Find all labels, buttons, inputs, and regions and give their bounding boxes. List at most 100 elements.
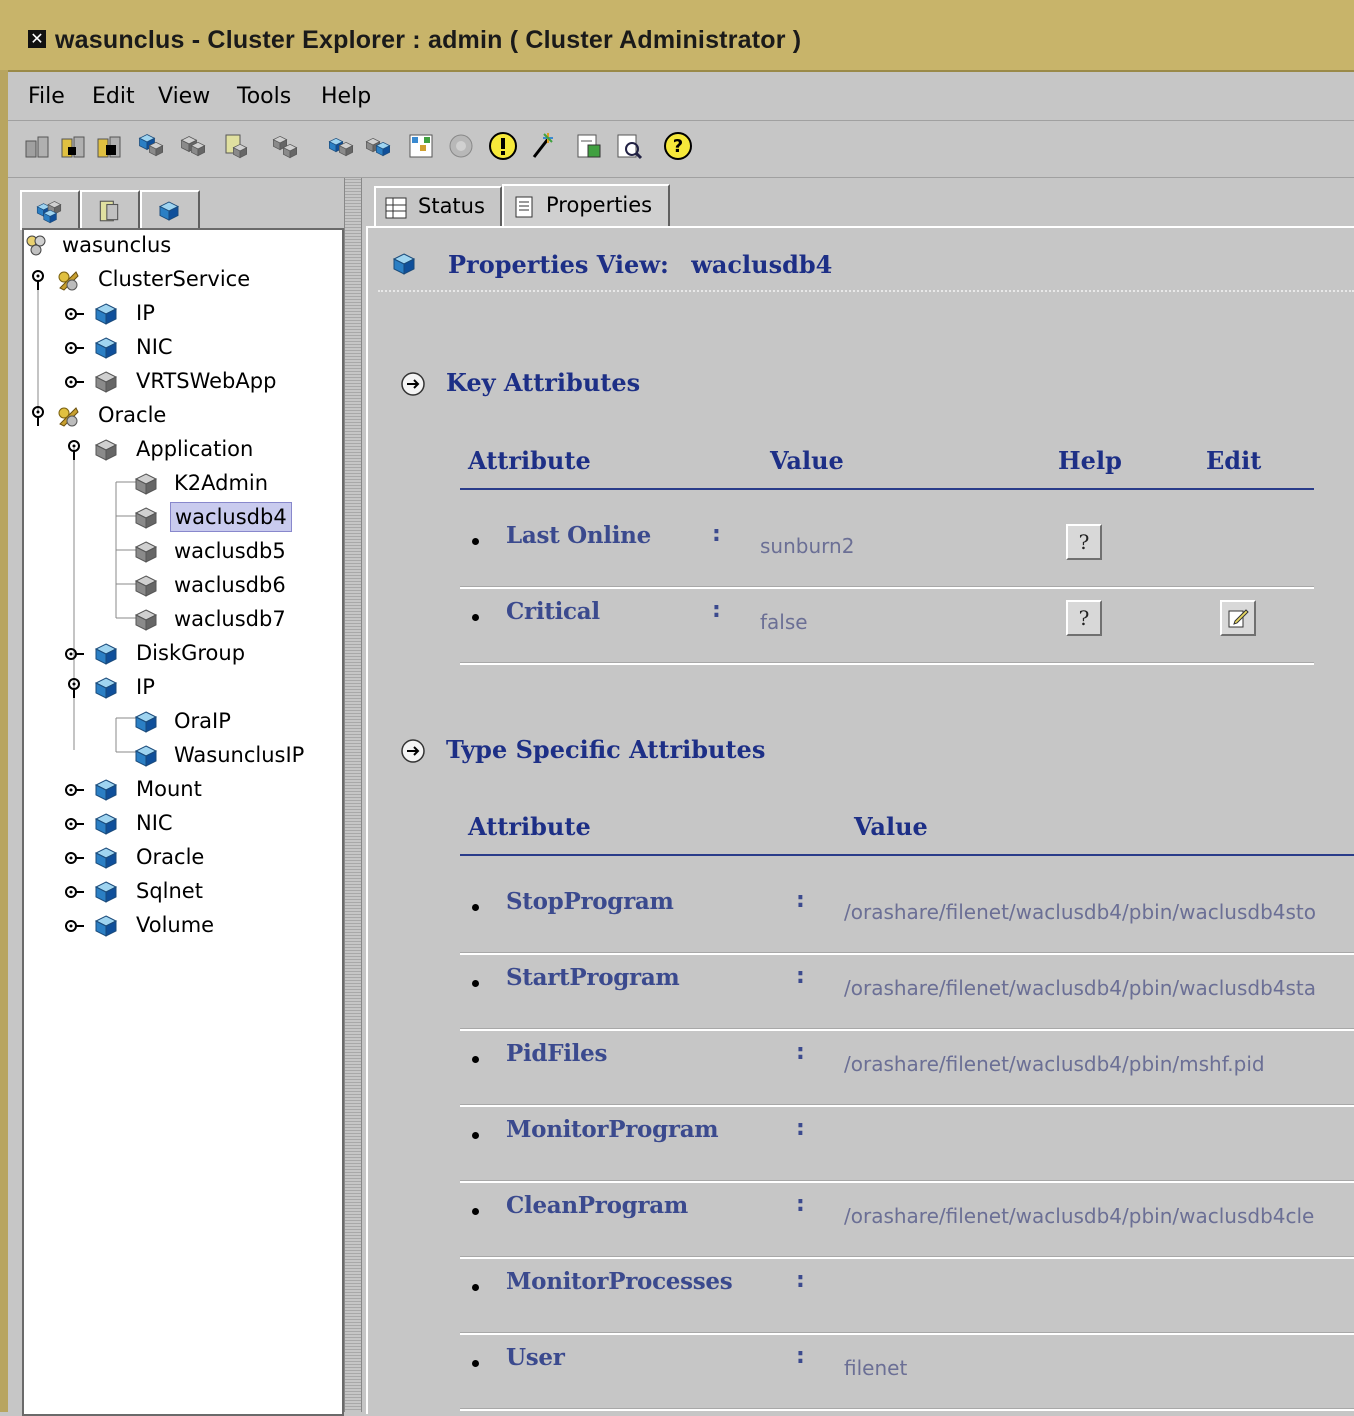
row-divider: [460, 1408, 1354, 1411]
tree-node-label: IP: [136, 675, 155, 699]
toolbar: [8, 121, 1354, 178]
tab-service-groups[interactable]: [20, 190, 80, 230]
tree-node-label: OraIP: [174, 709, 231, 733]
menu-help[interactable]: Help: [321, 84, 371, 109]
link-resource-icon[interactable]: [178, 131, 208, 161]
grid-icon[interactable]: [406, 131, 436, 161]
wizard-icon[interactable]: [528, 131, 558, 161]
menu-tools[interactable]: Tools: [237, 84, 291, 109]
attr-name: MonitorProcesses: [506, 1268, 733, 1295]
disabled-resource-icon: [273, 135, 297, 159]
tab-systems[interactable]: [80, 190, 140, 230]
expanded-toggle-icon[interactable]: [28, 270, 48, 290]
collapsed-toggle-icon[interactable]: [64, 304, 84, 324]
tab-status[interactable]: Status: [374, 186, 502, 228]
delete-system-icon[interactable]: [94, 131, 124, 161]
collapsed-toggle-icon[interactable]: [64, 814, 84, 834]
tree-node-label: Volume: [136, 913, 215, 937]
expanded-toggle-icon[interactable]: [64, 678, 84, 698]
arrow-right-circle-icon[interactable]: [400, 371, 426, 397]
help-icon[interactable]: [663, 131, 693, 161]
resource-icon: [95, 371, 117, 393]
properties-resource-name: waclusdb4: [691, 250, 833, 279]
tree-node-label: waclusdb6: [174, 573, 286, 597]
resource-icon: [95, 303, 117, 325]
attr-value: /orashare/filenet/waclusdb4/pbin/mshf.pi…: [844, 1052, 1265, 1076]
expanded-toggle-icon[interactable]: [28, 406, 48, 426]
resource-type-icon: [95, 915, 117, 937]
resource-type-icon: [95, 881, 117, 903]
row-divider: [460, 662, 1314, 665]
tree-node-label: WasunclusIP: [174, 743, 305, 767]
resource-type-icon: [95, 643, 117, 665]
attr-name: MonitorProgram: [506, 1116, 719, 1143]
attr-name: StartProgram: [506, 964, 680, 991]
add-service-group-icon[interactable]: [58, 131, 88, 161]
window-title: wasunclus - Cluster Explorer : admin ( C…: [55, 26, 802, 54]
col-header-attribute: Attribute: [468, 446, 591, 475]
collapsed-toggle-icon[interactable]: [64, 848, 84, 868]
properties-document-icon: [515, 196, 533, 218]
col-header-edit: Edit: [1206, 446, 1262, 475]
attr-help-button[interactable]: ?: [1066, 524, 1102, 560]
row-divider: [460, 1256, 1354, 1259]
collapsed-toggle-icon[interactable]: [64, 644, 84, 664]
add-resource-icon[interactable]: [138, 131, 168, 161]
row-divider: [460, 952, 1354, 955]
collapsed-toggle-icon[interactable]: [64, 372, 84, 392]
tab-resource-types[interactable]: [140, 190, 200, 230]
window-close-icon[interactable]: ✕: [28, 30, 46, 48]
service-group-icon: [58, 407, 79, 427]
tab-properties[interactable]: Properties: [502, 184, 670, 228]
tree-node-label: IP: [136, 301, 155, 325]
pane-splitter[interactable]: [344, 178, 362, 1412]
col-header-attribute: Attribute: [468, 812, 591, 841]
col-header-value: Value: [854, 812, 928, 841]
expanded-toggle-icon[interactable]: [64, 440, 84, 460]
resource-cube-icon: [393, 253, 415, 275]
bullet: [472, 1284, 479, 1291]
attr-name: User: [506, 1344, 565, 1371]
resource-icon: [135, 745, 157, 767]
key-header-rule: [460, 488, 1314, 490]
collapsed-toggle-icon[interactable]: [64, 338, 84, 358]
attr-name: StopProgram: [506, 888, 674, 915]
menu-edit[interactable]: Edit: [92, 84, 135, 109]
bullet: [472, 1208, 479, 1215]
collapsed-toggle-icon[interactable]: [64, 780, 84, 800]
attr-separator: :: [796, 1040, 805, 1065]
collapsed-toggle-icon[interactable]: [64, 882, 84, 902]
edit-pencil-icon: [1228, 609, 1249, 628]
service-group-icon: [58, 271, 79, 291]
query-icon[interactable]: [614, 131, 644, 161]
attr-edit-button[interactable]: [1220, 600, 1256, 636]
row-divider: [460, 1332, 1354, 1335]
menu-view[interactable]: View: [158, 84, 210, 109]
resource-icon: [95, 337, 117, 359]
menu-file[interactable]: File: [28, 84, 65, 109]
collapsed-toggle-icon[interactable]: [64, 916, 84, 936]
attr-separator: :: [712, 598, 721, 623]
bullet: [472, 904, 479, 911]
type-header-rule: [460, 854, 1354, 856]
attr-separator: :: [796, 1192, 805, 1217]
tab-status-label: Status: [418, 194, 485, 218]
report-icon[interactable]: [574, 131, 604, 161]
attr-name: CleanProgram: [506, 1192, 688, 1219]
bullet: [472, 614, 479, 621]
online-icon[interactable]: [326, 131, 356, 161]
import-icon[interactable]: [220, 131, 250, 161]
attr-value: sunburn2: [760, 534, 855, 558]
arrow-right-circle-icon[interactable]: [400, 738, 426, 764]
service-groups-tab-icon: [36, 201, 62, 224]
resource-tree: wasunclus ClusterService IP NIC VRTSWebA…: [22, 228, 344, 1416]
alert-icon[interactable]: [488, 131, 518, 161]
add-system-icon[interactable]: [22, 131, 52, 161]
offline-icon[interactable]: [363, 131, 393, 161]
attr-help-button[interactable]: ?: [1066, 600, 1102, 636]
svg-text:?: ?: [1079, 530, 1090, 554]
tree-node-label: Oracle: [98, 403, 167, 427]
row-divider: [460, 1180, 1354, 1183]
attr-name: Critical: [506, 598, 600, 625]
properties-view-title: Properties View: waclusdb4: [448, 250, 832, 279]
